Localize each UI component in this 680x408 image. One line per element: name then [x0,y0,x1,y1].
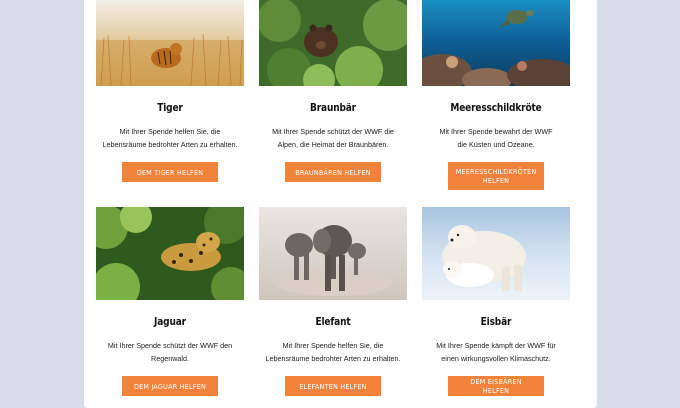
card-title: Tiger [157,101,183,114]
card-description: Mit Ihrer Spende helfen Sie, die Lebensr… [265,341,401,363]
card-description: Mit Ihrer Spende schützt der WWF die Alp… [272,127,394,149]
card-tiger: Tiger Mit Ihrer Spende helfen Sie, die L… [96,0,244,182]
card-elefant: Elefant Mit Ihrer Spende helfen Sie, die… [259,207,407,396]
help-polar-bear-button[interactable]: DEM EISBÄREN HELFEN [448,376,544,396]
help-brown-bear-button[interactable]: BRAUNBÄREN HELFEN [285,162,381,182]
polar-bear-photo [422,207,570,300]
card-description: Mit Ihrer Spende bewahrt der WWF die Küs… [439,127,553,149]
page-container: Tiger Mit Ihrer Spende helfen Sie, die L… [84,0,597,408]
help-elephant-button[interactable]: ELEFANTEN HELFEN [285,376,381,396]
brown-bear-photo [259,0,407,86]
card-title: Meeresschildkröte [450,101,542,114]
card-meeresschildkroete: Meeresschildkröte Mit Ihrer Spende bewah… [422,0,570,190]
card-eisbaer: Eisbär Mit Ihrer Spende kämpft der WWF f… [422,207,570,396]
card-braunbaer: Braunbär Mit Ihrer Spende schützt der WW… [259,0,407,182]
help-sea-turtle-button[interactable]: MEERESSCHILDKRÖTEN HELFEN [448,162,544,190]
card-description: Mit Ihrer Spende schützt der WWF den Reg… [107,341,233,363]
help-jaguar-button[interactable]: DEM JAGUAR HELFEN [122,376,218,396]
card-title: Jaguar [154,315,186,328]
card-description: Mit Ihrer Spende helfen Sie, die Lebensr… [102,127,238,149]
card-jaguar: Jaguar Mit Ihrer Spende schützt der WWF … [96,207,244,396]
card-description: Mit Ihrer Spende kämpft der WWF für eine… [436,341,556,363]
help-tiger-button[interactable]: DEM TIGER HELFEN [122,162,218,182]
tiger-photo [96,0,244,86]
card-title: Elefant [315,315,351,328]
card-title: Eisbär [480,315,512,328]
elephant-photo [259,207,407,300]
jaguar-photo [96,207,244,300]
sea-turtle-photo [422,0,570,86]
card-title: Braunbär [310,101,356,114]
